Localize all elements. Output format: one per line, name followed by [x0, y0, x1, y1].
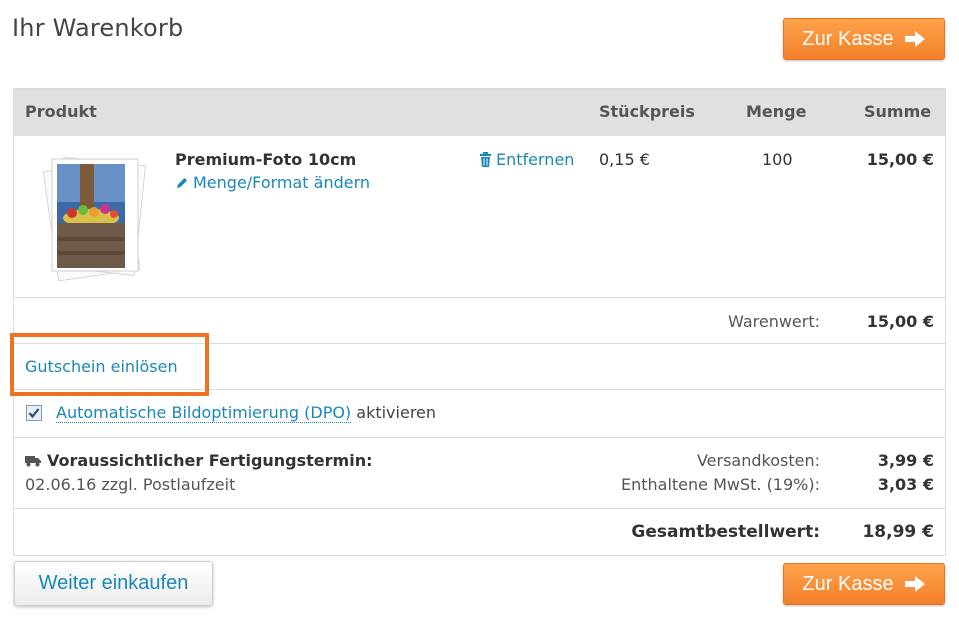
continue-shopping-button[interactable]: Weiter einkaufen — [14, 561, 213, 606]
pencil-icon — [177, 177, 187, 188]
dpo-row: Automatische Bildoptimierung (DPO) aktiv… — [56, 403, 437, 423]
shipping-cost: 3,99 € — [877, 451, 934, 470]
edit-quantity-format-label: Menge/Format ändern — [193, 173, 371, 192]
highlight-box — [10, 333, 209, 396]
grand-total: 18,99 € — [862, 522, 934, 542]
checkout-button-label: Zur Kasse — [802, 27, 894, 50]
header-unit-price: Stückpreis — [599, 102, 695, 121]
checkout-button-top[interactable]: Zur Kasse — [783, 18, 945, 60]
remove-item-link[interactable]: Entfernen — [479, 150, 574, 169]
checkmark-icon — [28, 408, 40, 419]
remove-item-label: Entfernen — [496, 150, 575, 169]
truck-icon — [25, 455, 41, 466]
shipping-label: Versandkosten: — [696, 451, 820, 470]
vat-amount: 3,03 € — [877, 475, 934, 494]
goods-value-label: Warenwert: — [728, 312, 820, 331]
item-sum: 15,00 € — [866, 150, 934, 169]
dpo-checkbox[interactable] — [26, 405, 42, 421]
checkout-button-bottom[interactable]: Zur Kasse — [783, 563, 945, 605]
divider — [14, 297, 945, 298]
dpo-suffix: aktivieren — [356, 403, 437, 422]
divider — [14, 508, 945, 509]
header-quantity: Menge — [746, 102, 807, 121]
delivery-title-row: Voraussichtlicher Fertigungstermin: — [25, 451, 373, 470]
grand-total-label: Gesamtbestellwert: — [631, 522, 820, 542]
delivery-title: Voraussichtlicher Fertigungstermin: — [47, 451, 373, 470]
trash-icon — [480, 152, 491, 167]
arrow-right-icon — [904, 576, 925, 592]
item-quantity: 100 — [762, 150, 793, 169]
arrow-right-icon — [904, 31, 925, 47]
product-thumbnail — [42, 156, 147, 281]
continue-shopping-label: Weiter einkaufen — [38, 572, 189, 594]
dpo-link[interactable]: Automatische Bildoptimierung (DPO) — [56, 403, 352, 423]
vat-label: Enthaltene MwSt. (19%): — [620, 475, 820, 494]
page-title: Ihr Warenkorb — [12, 14, 184, 42]
delivery-date: 02.06.16 zzgl. Postlaufzeit — [25, 475, 236, 494]
goods-value: 15,00 € — [866, 312, 934, 331]
divider — [14, 437, 945, 438]
checkout-button-label: Zur Kasse — [802, 572, 894, 595]
cart-table-header: Produkt Stückpreis Menge Summe — [14, 89, 945, 136]
header-sum: Summe — [864, 102, 932, 121]
item-unit-price: 0,15 € — [599, 150, 650, 169]
product-name: Premium-Foto 10cm — [175, 150, 357, 169]
cart-table: Produkt Stückpreis Menge Summe Premium-F… — [13, 88, 946, 556]
header-product: Produkt — [25, 102, 97, 121]
edit-quantity-format-link[interactable]: Menge/Format ändern — [175, 173, 370, 192]
